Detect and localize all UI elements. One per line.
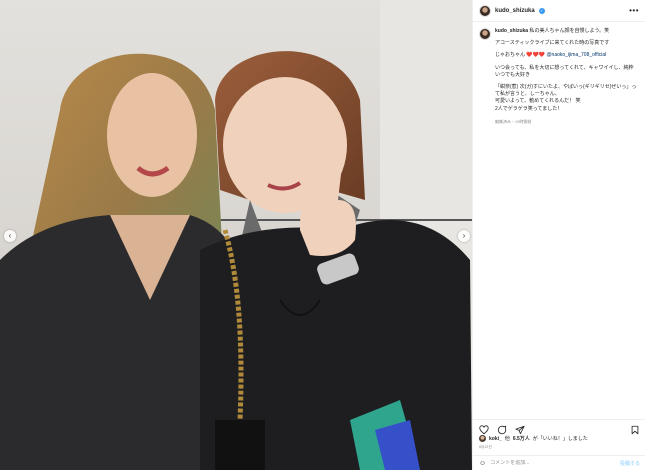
caption-avatar[interactable] — [479, 28, 491, 40]
caption-line-7: 可愛いよって、勧めてくれるんだ！ 笑 — [495, 98, 581, 105]
hearts: ❤️❤️❤️ — [526, 52, 546, 59]
caption-line-2: アコースティックライブに来てくれた時の写真です — [495, 40, 610, 47]
caption-line-4: いつ会っても、私を大切に想ってくれて、キャワイイし、純粋 — [495, 64, 634, 71]
avatar[interactable] — [479, 4, 491, 17]
mention-link[interactable]: @naoko_ijima_708_official — [546, 52, 606, 58]
post-side-panel: kudo_shizuka ✓ ••• kudo_shizuka 私の美人ちゃん顔… — [472, 0, 645, 470]
post-header: kudo_shizuka ✓ ••• — [473, 0, 645, 22]
caption-line-8: 2人でゲラゲラ笑ってました！ — [495, 105, 563, 112]
likes-count[interactable]: 6.5万人 — [513, 435, 530, 442]
likes-summary: koki_ 他 6.5万人 が「いいね！」しました — [479, 435, 588, 442]
comment-icon[interactable] — [497, 422, 507, 434]
caption-text: kudo_shizuka 私の美人ちゃん顔を自慢しよう。笑 アコースティックライ… — [495, 28, 639, 125]
post-date: 8月22日 — [479, 445, 492, 449]
liker-avatar[interactable] — [479, 435, 486, 442]
post-username[interactable]: kudo_shizuka — [495, 8, 535, 14]
previous-photo-button[interactable]: ‹ — [4, 230, 16, 242]
comment-input[interactable] — [490, 460, 616, 466]
post-comment-button[interactable]: 投稿する — [620, 460, 640, 467]
next-photo-button[interactable]: › — [458, 230, 470, 242]
caption-line-1: 私の美人ちゃん顔を自慢しよう。笑 — [529, 28, 610, 34]
action-bar — [473, 419, 645, 434]
bookmark-icon[interactable] — [630, 422, 640, 434]
verified-badge-icon: ✓ — [538, 7, 545, 14]
caption-line-5: いつでも大好き — [495, 71, 531, 78]
caption-line-6: 「紺奈(惹) 次(ガ)すにいたよ、やばいっ(ギリギリセ)ぜいっ」って私が言うと、… — [495, 84, 637, 98]
emoji-icon[interactable]: ☺ — [479, 460, 486, 467]
likes-mid-text: 他 — [504, 436, 510, 442]
share-icon[interactable] — [515, 422, 525, 434]
post-photo[interactable]: ‹ › — [0, 0, 472, 470]
likes-end-text: が「いいね！」しました — [532, 436, 588, 442]
photo-illustration — [0, 0, 472, 470]
liker-username[interactable]: koki_ — [489, 436, 502, 442]
caption-username[interactable]: kudo_shizuka — [495, 28, 528, 34]
caption-nickname: じゃおちゃん — [495, 52, 526, 59]
caption-line-3: じゃおちゃん ❤️❤️❤️ @naoko_ijima_708_official — [495, 52, 639, 59]
comment-bar: ☺ 投稿する — [473, 455, 645, 470]
caption-timestamp: 編集済み・19時間前 — [495, 118, 532, 124]
heart-icon[interactable] — [479, 422, 489, 434]
more-icon[interactable]: ••• — [629, 6, 639, 15]
caption-block: kudo_shizuka 私の美人ちゃん顔を自慢しよう。笑 アコースティックライ… — [473, 22, 645, 125]
